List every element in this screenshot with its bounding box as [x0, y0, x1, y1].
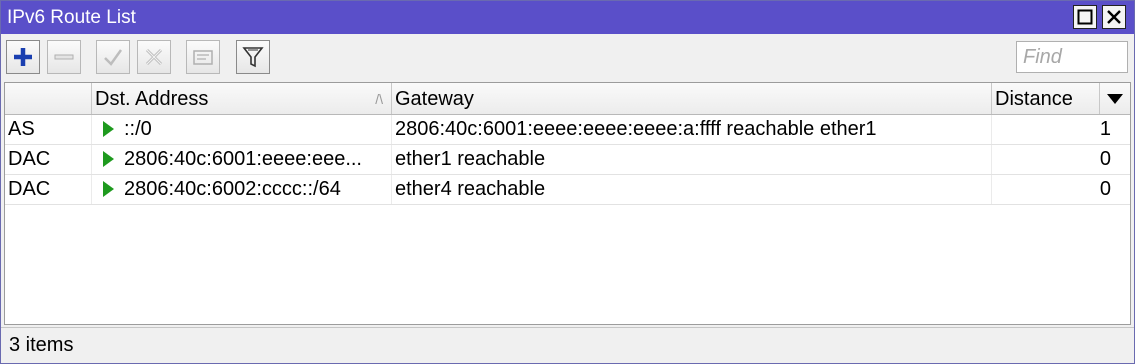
table-header: Dst. Address /\ Gateway Distance — [5, 83, 1130, 115]
row-dst-address: 2806:40c:6002:cccc::/64 — [92, 175, 392, 204]
active-route-icon — [103, 151, 114, 167]
status-bar: 3 items — [1, 327, 1134, 362]
title-bar[interactable]: IPv6 Route List — [1, 1, 1134, 34]
ipv6-route-list-window: IPv6 Route List Find Dst. Address /\ Gat… — [0, 0, 1135, 364]
active-route-icon — [103, 121, 114, 137]
row-distance: 0 — [1099, 178, 1111, 200]
row-dst-address-label: ::/0 — [124, 118, 152, 140]
sort-ascending-icon: /\ — [375, 91, 383, 107]
row-gateway: 2806:40c:6001:eeee:eeee:eeee:a:ffff reac… — [392, 115, 992, 144]
column-header-flags[interactable] — [5, 83, 92, 114]
comment-button[interactable] — [186, 40, 220, 74]
table-row[interactable]: DAC 2806:40c:6001:eeee:eee... ether1 rea… — [5, 145, 1130, 175]
find-input[interactable] — [1016, 41, 1128, 73]
enable-button[interactable] — [96, 40, 130, 74]
row-dst-address: 2806:40c:6001:eeee:eee... — [92, 145, 392, 174]
row-gateway: ether1 reachable — [392, 145, 992, 174]
x-icon — [145, 48, 163, 66]
funnel-icon — [242, 47, 264, 68]
window-title: IPv6 Route List — [7, 7, 136, 28]
close-icon — [1107, 10, 1121, 24]
row-distance: 0 — [1099, 148, 1111, 170]
column-header-gateway[interactable]: Gateway — [392, 83, 992, 114]
table-row[interactable]: DAC 2806:40c:6002:cccc::/64 ether4 reach… — [5, 175, 1130, 205]
row-flags: DAC — [5, 145, 92, 174]
plus-icon — [14, 48, 32, 66]
column-header-dst-address[interactable]: Dst. Address /\ — [92, 83, 392, 114]
table-row[interactable]: AS ::/0 2806:40c:6001:eeee:eeee:eeee:a:f… — [5, 115, 1130, 145]
minus-icon — [54, 54, 74, 60]
column-header-distance[interactable]: Distance — [992, 83, 1100, 114]
column-chooser-button[interactable] — [1100, 83, 1130, 114]
row-flags: DAC — [5, 175, 92, 204]
row-flags: AS — [5, 115, 92, 144]
note-icon — [193, 50, 213, 65]
active-route-icon — [103, 181, 114, 197]
route-table: Dst. Address /\ Gateway Distance AS ::/0… — [4, 82, 1131, 325]
row-gateway: ether4 reachable — [392, 175, 992, 204]
add-button[interactable] — [6, 40, 40, 74]
item-count: 3 items — [9, 334, 74, 356]
row-distance: 1 — [1099, 118, 1111, 140]
maximize-button[interactable] — [1073, 5, 1097, 29]
close-button[interactable] — [1102, 5, 1126, 29]
row-dst-address-label: 2806:40c:6001:eeee:eee... — [124, 148, 362, 170]
toolbar — [1, 35, 1134, 79]
filter-button[interactable] — [236, 40, 270, 74]
row-dst-address: ::/0 — [92, 115, 392, 144]
chevron-down-icon — [1107, 94, 1123, 104]
remove-button[interactable] — [47, 40, 81, 74]
check-icon — [104, 49, 123, 66]
column-header-dst-address-label: Dst. Address — [95, 88, 209, 110]
maximize-icon — [1077, 9, 1093, 25]
disable-button[interactable] — [137, 40, 171, 74]
row-dst-address-label: 2806:40c:6002:cccc::/64 — [124, 178, 341, 200]
